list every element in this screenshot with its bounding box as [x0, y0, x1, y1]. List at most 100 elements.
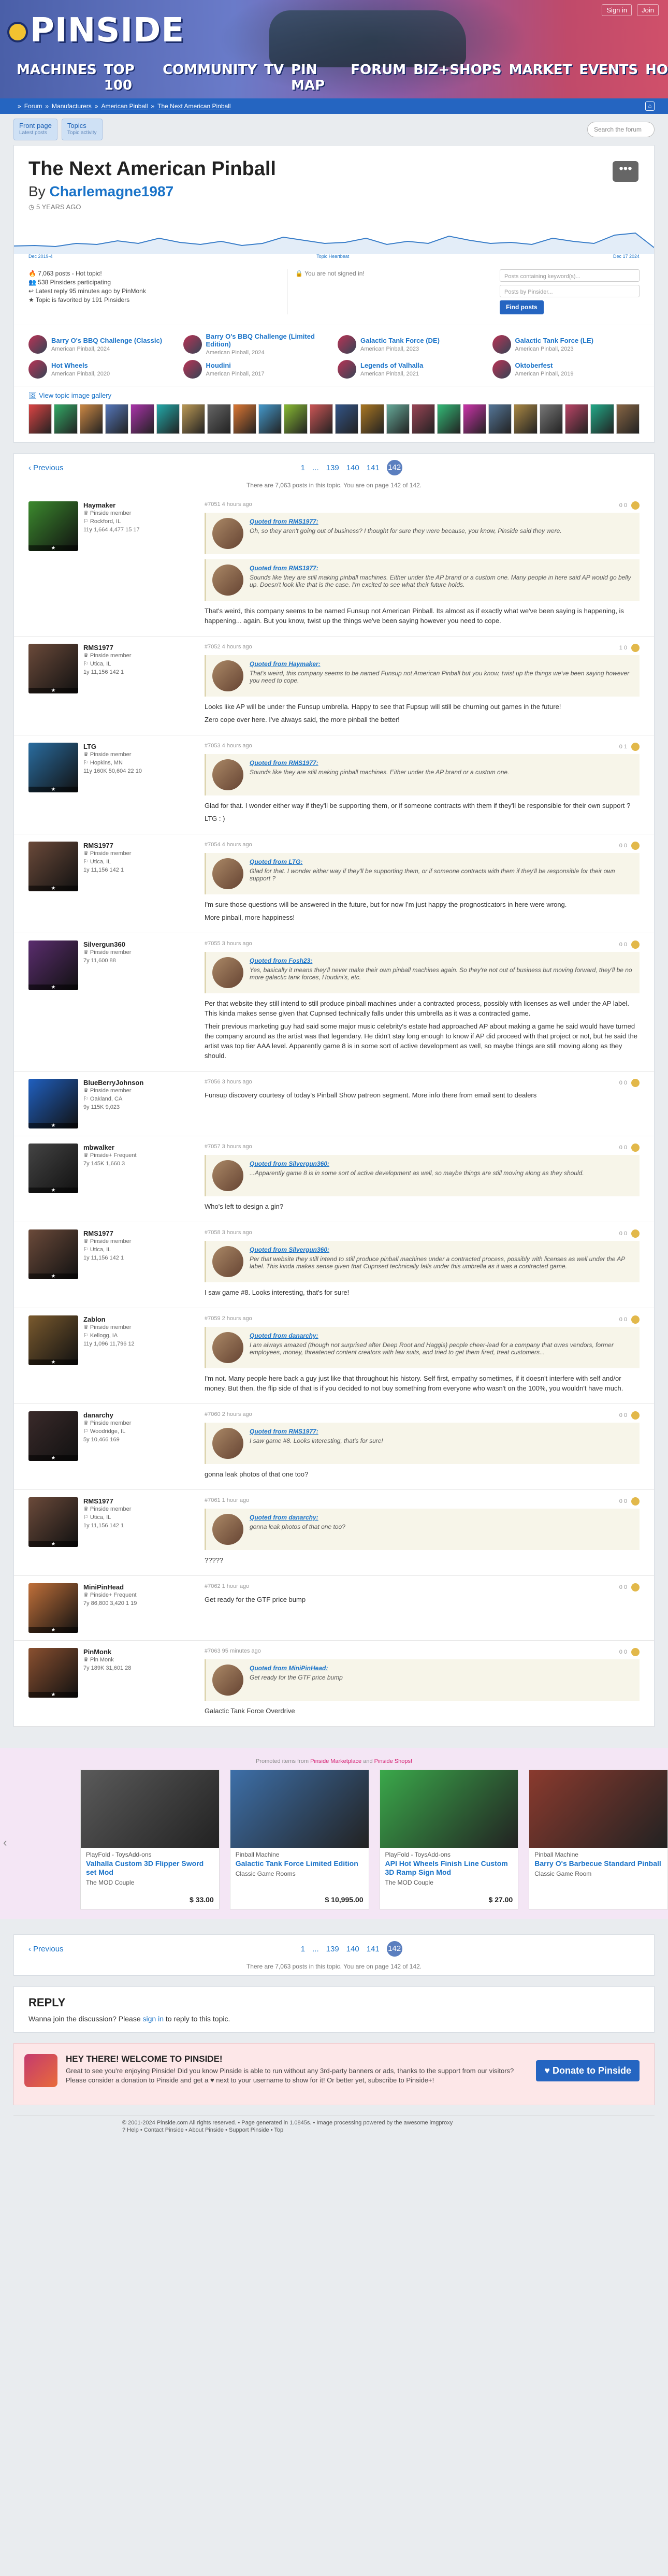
post-meta[interactable]: #7054 4 hours ago — [205, 842, 252, 850]
topic-author-link[interactable]: Charlemagne1987 — [49, 183, 173, 199]
crumb-topic[interactable]: The Next American Pinball — [157, 103, 230, 110]
username-link[interactable]: Haymaker — [83, 501, 140, 509]
post-menu-icon[interactable] — [631, 1079, 640, 1087]
machine-item[interactable]: Galactic Tank Force (LE) American Pinball… — [492, 332, 640, 356]
page-link[interactable]: 1 — [301, 464, 305, 472]
page-link[interactable]: 139 — [326, 464, 339, 472]
nav-ho[interactable]: HO — [645, 62, 668, 93]
post-votes[interactable]: 1 0 — [619, 644, 640, 652]
previous-page-link[interactable]: ‹ Previous — [28, 1945, 64, 1953]
username-link[interactable]: Zablon — [83, 1315, 135, 1323]
post-menu-icon[interactable] — [631, 743, 640, 751]
post-menu-icon[interactable] — [631, 842, 640, 850]
rss-icon[interactable]: ⌂ — [645, 102, 655, 111]
quote-source-link[interactable]: Quoted from RMS1977: — [250, 1428, 383, 1435]
tab-front-page[interactable]: Front page Latest posts — [13, 119, 57, 140]
username-link[interactable]: BlueBerryJohnson — [83, 1079, 143, 1087]
image-gallery-link[interactable]: 🖼 View topic image gallery — [28, 392, 640, 400]
nav-biz-shops[interactable]: BIZ+SHOPS — [413, 62, 502, 93]
page-link[interactable]: 140 — [346, 1945, 359, 1953]
machine-item[interactable]: Oktoberfest American Pinball, 2019 — [492, 360, 640, 379]
gallery-thumbnail[interactable] — [233, 404, 256, 434]
gallery-thumbnail[interactable] — [386, 404, 410, 434]
gallery-thumbnail[interactable] — [616, 404, 640, 434]
quote-source-link[interactable]: Quoted from RMS1977: — [250, 565, 633, 572]
post-meta[interactable]: #7062 1 hour ago — [205, 1583, 249, 1591]
crumb-manufacturers[interactable]: Manufacturers — [52, 103, 92, 110]
post-menu-icon[interactable] — [631, 501, 640, 510]
quote-source-link[interactable]: Quoted from danarchy: — [250, 1514, 345, 1521]
username-link[interactable]: LTG — [83, 743, 142, 750]
post-meta[interactable]: #7063 95 minutes ago — [205, 1648, 261, 1656]
topic-menu-button[interactable]: ••• — [613, 161, 638, 182]
post-meta[interactable]: #7061 1 hour ago — [205, 1497, 249, 1506]
quote-source-link[interactable]: Quoted from Fosh23: — [250, 957, 633, 964]
crumb-american-pinball[interactable]: American Pinball — [101, 103, 148, 110]
marketplace-link[interactable]: Pinside Marketplace — [310, 1758, 361, 1764]
post-menu-icon[interactable] — [631, 1411, 640, 1420]
quote-source-link[interactable]: Quoted from MiniPinHead: — [250, 1665, 343, 1672]
avatar[interactable]: ★ — [28, 842, 78, 891]
post-meta[interactable]: #7058 3 hours ago — [205, 1229, 252, 1238]
forum-search-input[interactable]: Search the forum — [587, 122, 655, 137]
post-menu-icon[interactable] — [631, 1144, 640, 1152]
quote-source-link[interactable]: Quoted from Silvergun360: — [250, 1160, 584, 1167]
gallery-thumbnail[interactable] — [462, 404, 486, 434]
username-link[interactable]: Silvergun360 — [83, 940, 131, 948]
shops-link[interactable]: Pinside Shops! — [374, 1758, 412, 1764]
post-votes[interactable]: 0 0 — [619, 1315, 640, 1324]
gallery-thumbnail[interactable] — [335, 404, 359, 434]
post-votes[interactable]: 0 0 — [619, 1411, 640, 1420]
crumb-forum[interactable]: Forum — [24, 103, 42, 110]
gallery-thumbnail[interactable] — [488, 404, 512, 434]
post-votes[interactable]: 0 0 — [619, 501, 640, 510]
promo-prev-arrow[interactable]: ‹ — [3, 1836, 7, 1849]
post-votes[interactable]: 0 0 — [619, 842, 640, 850]
post-meta[interactable]: #7051 4 hours ago — [205, 501, 252, 510]
post-meta[interactable]: #7057 3 hours ago — [205, 1144, 252, 1152]
gallery-thumbnail[interactable] — [514, 404, 538, 434]
avatar[interactable]: ★ — [28, 743, 78, 792]
username-link[interactable]: RMS1977 — [83, 842, 131, 849]
previous-page-link[interactable]: ‹ Previous — [28, 464, 64, 472]
username-link[interactable]: danarchy — [83, 1411, 131, 1419]
gallery-thumbnail[interactable] — [590, 404, 614, 434]
pinsider-filter-input[interactable]: Posts by Pinsider... — [500, 285, 640, 297]
gallery-thumbnail[interactable] — [54, 404, 78, 434]
post-votes[interactable]: 0 0 — [619, 940, 640, 949]
footer-links[interactable]: ? Help • Contact Pinside • About Pinside… — [122, 2126, 453, 2134]
machine-item[interactable]: Barry O's BBQ Challenge (Limited Edition… — [183, 332, 331, 356]
sign-in-link[interactable]: sign in — [143, 2015, 164, 2023]
post-menu-icon[interactable] — [631, 644, 640, 652]
page-link[interactable]: 140 — [346, 464, 359, 472]
nav-forum[interactable]: FORUM — [351, 62, 406, 93]
username-link[interactable]: RMS1977 — [83, 1229, 131, 1237]
sign-in-link[interactable]: Sign in — [602, 4, 632, 16]
avatar[interactable]: ★ — [28, 1648, 78, 1698]
join-link[interactable]: Join — [637, 4, 659, 16]
post-menu-icon[interactable] — [631, 940, 640, 949]
quote-source-link[interactable]: Quoted from LTG: — [250, 858, 633, 865]
promo-item[interactable]: Pinball Machine Galactic Tank Force Limit… — [229, 1770, 369, 1909]
gallery-thumbnail[interactable] — [564, 404, 589, 434]
gallery-thumbnail[interactable] — [181, 404, 206, 434]
gallery-thumbnail[interactable] — [258, 404, 282, 434]
avatar[interactable]: ★ — [28, 644, 78, 693]
promo-item[interactable]: PlayFold - ToysAdd-ons Valhalla Custom 3D… — [80, 1770, 220, 1909]
promo-item[interactable]: PlayFold - ToysAdd-ons API Hot Wheels Fin… — [379, 1770, 519, 1909]
post-votes[interactable]: 0 0 — [619, 1497, 640, 1506]
post-menu-icon[interactable] — [631, 1229, 640, 1238]
username-link[interactable]: MiniPinHead — [83, 1583, 137, 1591]
gallery-thumbnail[interactable] — [360, 404, 384, 434]
gallery-thumbnail[interactable] — [284, 404, 308, 434]
post-votes[interactable]: 0 0 — [619, 1229, 640, 1238]
post-meta[interactable]: #7056 3 hours ago — [205, 1079, 252, 1087]
promo-item[interactable]: Pinball Machine Barry O's Barbecue Standa… — [529, 1770, 668, 1909]
avatar[interactable]: ★ — [28, 1583, 78, 1633]
post-votes[interactable]: 0 0 — [619, 1079, 640, 1087]
username-link[interactable]: PinMonk — [83, 1648, 131, 1656]
tab-topics[interactable]: Topics Topic activity — [61, 119, 103, 140]
post-menu-icon[interactable] — [631, 1497, 640, 1506]
machine-item[interactable]: Legends of Valhalla American Pinball, 202… — [338, 360, 485, 379]
post-votes[interactable]: 0 0 — [619, 1144, 640, 1152]
